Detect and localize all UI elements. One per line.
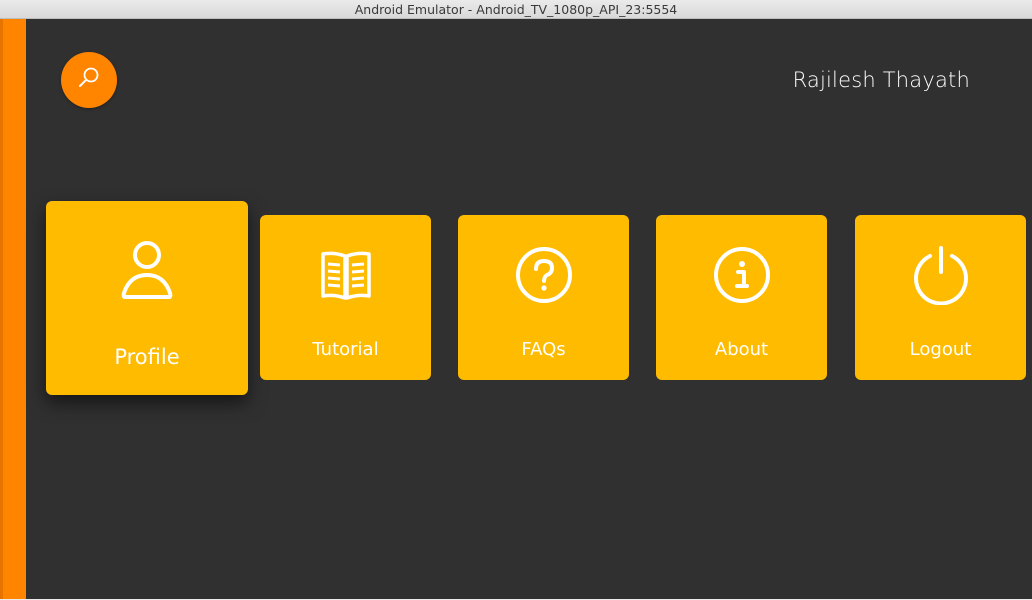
menu-card-faqs[interactable]: FAQs <box>458 215 629 380</box>
menu-card-label: About <box>714 339 769 360</box>
menu-card-label: FAQs <box>521 339 566 360</box>
menu-card-about[interactable]: About <box>656 215 827 380</box>
help-icon <box>515 245 573 305</box>
search-button[interactable] <box>61 52 117 108</box>
window-title: Android Emulator - Android_TV_1080p_API_… <box>0 0 1032 19</box>
emulator-window: Android Emulator - Android_TV_1080p_API_… <box>0 0 1032 600</box>
menu-card-logout[interactable]: Logout <box>855 215 1026 380</box>
tv-screen: Rajilesh Thayath Profile Tutorial FAQs A… <box>0 19 1032 599</box>
book-icon <box>320 245 372 305</box>
side-accent-bar <box>0 19 26 599</box>
search-icon <box>76 65 102 96</box>
menu-card-tutorial[interactable]: Tutorial <box>260 215 431 380</box>
menu-card-label: Profile <box>114 345 180 369</box>
person-icon <box>120 239 174 303</box>
user-name: Rajilesh Thayath <box>792 68 970 92</box>
menu-card-label: Logout <box>909 339 972 360</box>
info-icon <box>713 245 771 305</box>
menu-card-profile[interactable]: Profile <box>46 201 248 395</box>
power-icon <box>911 245 971 305</box>
menu-card-label: Tutorial <box>312 339 379 360</box>
